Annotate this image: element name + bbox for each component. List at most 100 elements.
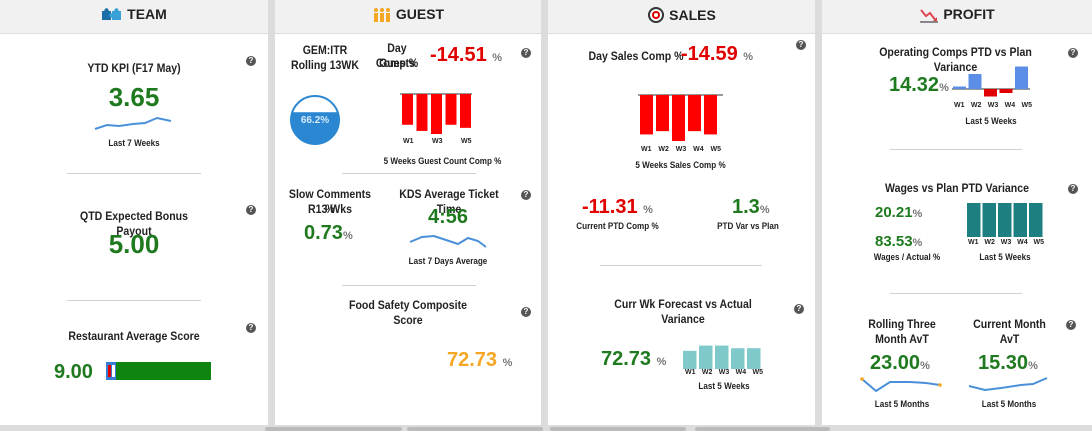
team-divider-2 [67, 300, 201, 301]
wages-caption: Last 5 Weeks [979, 252, 1031, 262]
forecast-caption: Last 5 Weeks [698, 381, 750, 391]
sales-comp-bar-chart [638, 94, 723, 141]
guest-count-bar-chart [400, 93, 472, 134]
operating-bar [984, 89, 997, 97]
forecast-value: 72.73 % [601, 348, 666, 371]
current-ptd-value: -11.31 % [582, 196, 653, 219]
slow-comments-label-line2: R13 Wks [307, 202, 353, 216]
gem-gauge: 66.2% [290, 95, 340, 145]
wages-tick-w5: W5 [1033, 239, 1045, 246]
current-month-help-icon[interactable]: ? [1066, 320, 1076, 330]
guest-count-bar [445, 94, 457, 125]
wages-bar [1013, 203, 1027, 237]
slow-comments-value: 0.73% [304, 222, 353, 245]
sales-comp-bar [656, 95, 669, 132]
restaurant-score-help-icon[interactable]: ? [246, 323, 256, 333]
wages-bar [967, 203, 981, 237]
forecast-label: Curr Wk Forecast vs Actual Variance [614, 297, 752, 326]
people-icon [373, 8, 390, 22]
guest-count-bar [402, 94, 413, 125]
guest-header[interactable]: GUEST [275, 0, 541, 34]
profit-divider-2 [890, 293, 1022, 294]
current-month-value: 15.30% [978, 352, 1038, 375]
team-header-label: TEAM [127, 6, 167, 22]
qtd-bonus-help-icon[interactable]: ? [246, 205, 256, 215]
operating-help-icon[interactable]: ? [1068, 48, 1078, 58]
kds-value: 4:56 [427, 206, 469, 228]
operating-tick-w1: W1 [954, 102, 965, 109]
sales-comp-caption: 5 Weeks Sales Comp % [635, 160, 726, 170]
bottom-tab-3[interactable] [550, 427, 686, 431]
restaurant-score-value: 9.00 [54, 361, 93, 383]
forecast-bar [699, 345, 713, 369]
rolling-unit: % [920, 360, 930, 372]
food-safety-number: 72.73 [447, 349, 498, 371]
rolling-number: 23.00 [870, 352, 921, 374]
forecast-help-icon[interactable]: ? [794, 304, 804, 314]
forecast-tick-w2: W2 [701, 369, 713, 376]
ytd-kpi-value: 3.65 [108, 82, 160, 112]
wages-ticks: W1 W2 W3 W4 W5 [968, 239, 1044, 246]
kds-help-icon[interactable]: ? [521, 190, 531, 200]
profit-header[interactable]: PROFIT [822, 0, 1092, 34]
rolling-label-line1: Rolling Three [868, 317, 936, 331]
food-safety-label: Food Safety Composite Score [349, 298, 467, 327]
ytd-kpi-sub: Last 7 Weeks [108, 138, 160, 148]
operating-bar [968, 74, 982, 89]
forecast-unit: % [656, 356, 667, 368]
wages-value: 20.21% [875, 204, 922, 221]
kds-sub: Last 7 Days Average [408, 256, 488, 266]
forecast-tick-w1: W1 [685, 369, 696, 376]
ptd-var-number: 1.3 [732, 196, 760, 218]
rolling-value: 23.00% [870, 352, 930, 375]
qtd-bonus-value: 5.00 [108, 229, 160, 259]
operating-number: 14.32 [889, 74, 940, 96]
current-month-sub: Last 5 Months [981, 399, 1037, 409]
gem-label-line1: GEM:ITR [302, 43, 348, 57]
sales-header[interactable]: SALES [548, 0, 815, 34]
ptd-var-value: 1.3% [732, 196, 770, 219]
sales-comp-tick-w3: W3 [675, 146, 687, 153]
wages-label: Wages vs Plan PTD Variance [884, 181, 1029, 195]
operating-bar [1015, 66, 1028, 89]
operating-ticks: W1 W2 W3 W4 W5 [954, 102, 1032, 109]
forecast-tick-w4: W4 [735, 369, 747, 376]
day-sales-value: -14.59 % [681, 43, 753, 66]
bottom-tab-2[interactable] [407, 427, 543, 431]
rolling-sparkline [860, 377, 942, 393]
bottom-tab-4[interactable] [695, 427, 830, 431]
gem-gauge-value: 66.2% [301, 115, 329, 126]
current-ptd-unit: % [643, 204, 653, 216]
guest-divider-1 [342, 173, 476, 174]
wages-value2: 83.53% [875, 233, 922, 250]
bottom-tab-1[interactable] [265, 427, 402, 431]
target-icon [648, 7, 665, 23]
wages-help-icon[interactable]: ? [1068, 184, 1078, 194]
guest-count-caption: 5 Weeks Guest Count Comp % [383, 156, 502, 166]
current-ptd-label: Current PTD Comp % [576, 221, 659, 231]
team-header[interactable]: TEAM [0, 0, 268, 34]
ptd-var-unit: % [759, 204, 770, 216]
forecast-bar [747, 348, 761, 369]
current-month-unit: % [1028, 360, 1038, 372]
slow-comments-number: 0.73 [304, 222, 343, 244]
food-safety-help-icon[interactable]: ? [521, 307, 531, 317]
guest-header-label: GUEST [395, 6, 445, 22]
guest-count-tick-w3: W3 [432, 138, 443, 145]
day-guests-help-icon[interactable]: ? [521, 48, 531, 58]
day-guests-unit: % [492, 52, 503, 64]
guest-count-bar [431, 94, 442, 134]
trend-chart-icon [920, 9, 939, 23]
sales-comp-bar [640, 95, 653, 135]
restaurant-score-bar-fill [106, 362, 211, 380]
restaurant-score-bar [106, 362, 211, 380]
guest-count-bar [460, 94, 471, 128]
operating-tick-w3: W3 [987, 102, 999, 109]
operating-tick-w5: W5 [1021, 102, 1033, 109]
ytd-kpi-help-icon[interactable]: ? [246, 56, 256, 66]
forecast-number: 72.73 [601, 348, 652, 370]
wages-tick-w1: W1 [968, 239, 979, 246]
day-sales-help-icon[interactable]: ? [796, 40, 806, 50]
current-month-sparkline [968, 377, 1048, 392]
day-sales-number: -14.59 [681, 43, 738, 65]
